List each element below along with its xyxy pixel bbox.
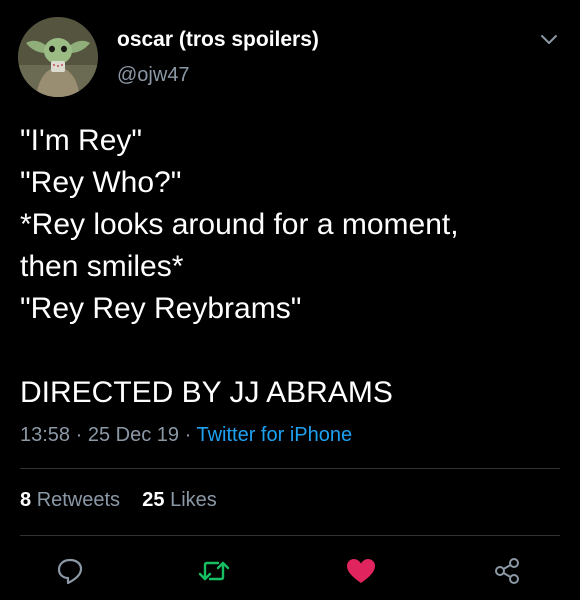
likes-stat[interactable]: 25 Likes <box>142 489 217 511</box>
reply-button[interactable] <box>53 554 87 588</box>
heart-icon <box>347 559 375 583</box>
reply-icon <box>57 558 83 585</box>
likes-label: Likes <box>170 489 217 511</box>
chevron-down-icon[interactable] <box>538 28 560 50</box>
divider <box>20 535 560 536</box>
tweet-line: "I'm Rey" <box>20 124 143 157</box>
tweet-meta: 13:58 · 25 Dec 19 · Twitter for iPhone <box>20 424 352 447</box>
likes-count: 25 <box>142 489 165 511</box>
tweet-time[interactable]: 13:58 <box>20 424 70 446</box>
share-icon <box>495 558 519 584</box>
tweet-stats: 8 Retweets 25 Likes <box>20 489 217 512</box>
divider <box>20 468 560 469</box>
avatar[interactable] <box>18 17 98 97</box>
tweet-source-link[interactable]: Twitter for iPhone <box>196 424 352 446</box>
tweet-text: "I'm Rey" "Rey Who?" *Rey looks around f… <box>20 120 560 414</box>
like-button[interactable] <box>344 554 378 588</box>
retweet-icon <box>198 561 230 581</box>
author-handle[interactable]: @ojw47 <box>117 64 190 87</box>
tweet-date[interactable]: 25 Dec 19 <box>88 424 179 446</box>
share-button[interactable] <box>490 554 524 588</box>
avatar-image <box>18 17 98 97</box>
tweet-line: *Rey looks around for a moment, <box>20 208 459 241</box>
retweets-stat[interactable]: 8 Retweets <box>20 489 120 511</box>
tweet-line: "Rey Rey Reybrams" <box>20 292 302 325</box>
meta-separator: · <box>184 424 192 446</box>
tweet-line: then smiles* <box>20 250 184 283</box>
author-display-name[interactable]: oscar (tros spoilers) <box>117 28 319 52</box>
retweet-button[interactable] <box>197 554 231 588</box>
tweet-line: "Rey Who?" <box>20 166 182 199</box>
retweets-count: 8 <box>20 489 32 511</box>
tweet-line: DIRECTED BY JJ ABRAMS <box>20 376 393 409</box>
tweet-detail: oscar (tros spoilers) @ojw47 "I'm Rey" "… <box>0 0 580 600</box>
meta-separator: · <box>75 424 83 446</box>
retweets-label: Retweets <box>36 489 121 511</box>
